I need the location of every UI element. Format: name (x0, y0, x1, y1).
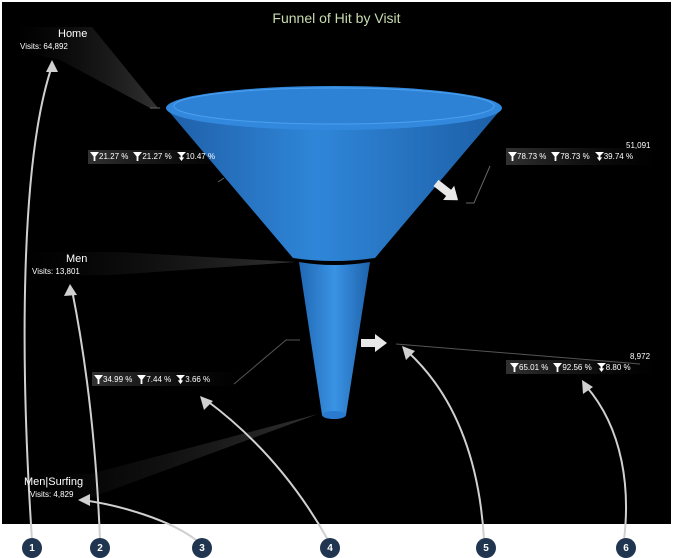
funnel-icon (510, 363, 519, 372)
stage-home-visits: Visits: 64,892 (20, 42, 68, 51)
callout-2: 2 (90, 538, 110, 558)
callout-1: 1 (22, 538, 42, 558)
callout-3: 3 (192, 538, 212, 558)
funnel-down-icon (176, 152, 186, 161)
rate-value: 39.74 % (603, 152, 634, 161)
stage-men-surfing-visits: Visits: 4,829 (30, 490, 74, 499)
funnel-rim-inner (173, 87, 495, 125)
annotation-arrow-1 (23, 65, 53, 541)
exit-rates-home: 78.73 % 78.73 % 39.74 % (508, 152, 636, 161)
funnel-icon (137, 375, 147, 384)
continue-rates-home-men: 21.27 % 21.27 % 10.47 % (90, 152, 218, 161)
diagram: Funnel of Hit by Visit Home Visits: 64,8… (0, 0, 673, 558)
rate-value: 92.56 % (562, 363, 592, 372)
leader-line (217, 177, 225, 183)
funnel-icon (553, 363, 563, 372)
funnel-icon (90, 152, 99, 161)
funnel-graphic (16, 27, 655, 541)
funnel-down-icon (596, 363, 606, 372)
rate-group: 7.44 % (137, 375, 171, 384)
rate-group: 21.27 % (133, 152, 172, 161)
rate-value: 7.44 % (146, 375, 172, 384)
rate-group: 8.80 % (596, 363, 631, 372)
rate-value: 21.27 % (99, 152, 129, 161)
rate-group: 21.27 % (90, 152, 128, 161)
annotation-arrow-4 (205, 399, 329, 541)
rate-value: 78.73 % (560, 152, 590, 161)
funnel-icon (94, 375, 103, 384)
continue-rates-men-surfing: 34.99 % 7.44 % 3.66 % (94, 375, 213, 384)
exit-count-men: 8,972 (630, 352, 651, 361)
funnel-cone (166, 108, 502, 261)
annotation-arrow-6 (585, 385, 627, 541)
exit-count-home: 51,091 (626, 141, 651, 150)
rate-group: 92.56 % (553, 363, 592, 372)
rate-value: 78.73 % (517, 152, 547, 161)
stage-men-name: Men (66, 253, 88, 265)
leader-line (466, 165, 491, 204)
rate-group: 39.74 % (594, 152, 634, 161)
funnel-icon (508, 152, 517, 161)
callout-5: 5 (476, 538, 496, 558)
rate-value: 21.27 % (142, 152, 172, 161)
exit-rates-men: 65.01 % 92.56 % 8.80 % (510, 363, 634, 372)
rate-value: 10.47 % (185, 152, 216, 161)
rate-group: 65.01 % (510, 363, 548, 372)
funnel-neck (299, 262, 370, 417)
rate-value: 34.99 % (103, 375, 133, 384)
leader-line (233, 339, 300, 385)
rate-value: 65.01 % (519, 363, 549, 372)
rate-group: 34.99 % (94, 375, 132, 384)
exit-arrow-icon (361, 334, 387, 352)
stage-home-name: Home (58, 28, 88, 40)
funnel-down-icon (176, 375, 186, 384)
arrowhead (64, 284, 77, 296)
funnel-icon (551, 152, 561, 161)
rate-value: 3.66 % (185, 375, 211, 384)
funnel-spout (322, 411, 346, 419)
annotation-arrow-5 (407, 351, 485, 541)
callout-6: 6 (616, 538, 636, 558)
rate-group: 3.66 % (176, 375, 210, 384)
chart-title: Funnel of Hit by Visit (272, 10, 401, 26)
rate-value: 8.80 % (605, 363, 631, 372)
rate-group: 78.73 % (508, 152, 546, 161)
stage-men-visits: Visits: 13,801 (32, 267, 80, 276)
callout-4: 4 (320, 538, 340, 558)
arrowhead (46, 60, 58, 72)
funnel-down-icon (594, 152, 604, 161)
rate-group: 78.73 % (551, 152, 590, 161)
rate-group: 10.47 % (176, 152, 216, 161)
funnel-icon (133, 152, 143, 161)
stage-men-surfing-name: Men|Surfing (24, 476, 84, 488)
